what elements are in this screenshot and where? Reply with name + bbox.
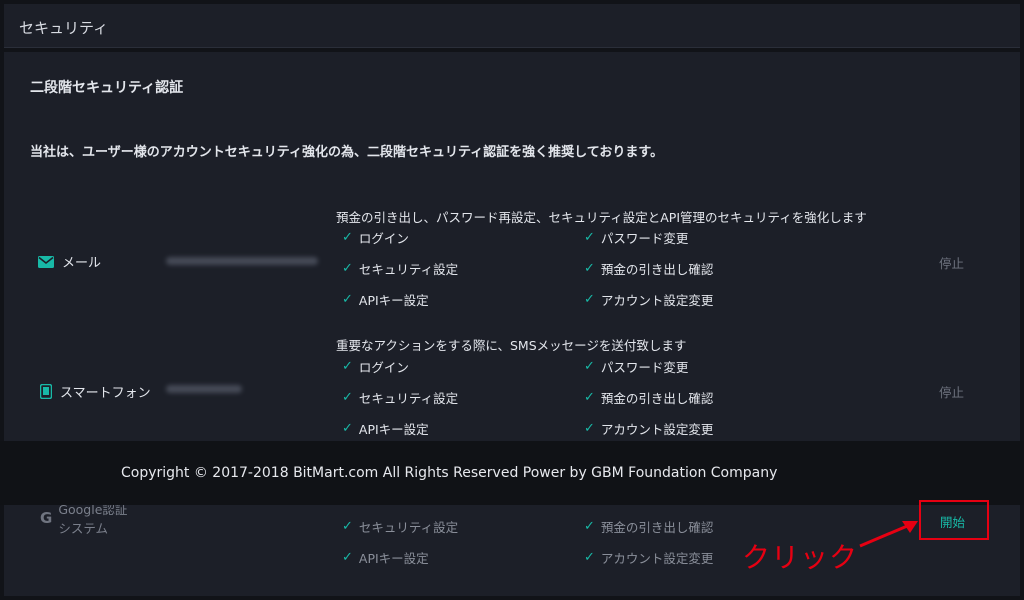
google-feature: ✓ APIキー設定 bbox=[342, 550, 429, 566]
check-icon: ✓ bbox=[342, 390, 353, 405]
google-row-label: G Google認証 システム bbox=[40, 500, 127, 538]
email-feature: ✓ APIキー設定 bbox=[342, 292, 429, 308]
google-label-line2: システム bbox=[58, 521, 108, 536]
phone-number-masked bbox=[166, 385, 242, 393]
check-icon: ✓ bbox=[584, 421, 595, 436]
check-icon: ✓ bbox=[584, 230, 595, 245]
check-icon: ✓ bbox=[342, 519, 353, 534]
email-feature: ✓ パスワード変更 bbox=[584, 230, 689, 246]
phone-icon bbox=[40, 384, 52, 399]
phone-feature: ✓ セキュリティ設定 bbox=[342, 390, 459, 406]
check-icon: ✓ bbox=[584, 390, 595, 405]
phone-stop-button[interactable]: 停止 bbox=[939, 382, 964, 401]
email-feature: ✓ ログイン bbox=[342, 230, 409, 246]
page-header: セキュリティ bbox=[4, 4, 1020, 48]
email-label: メール bbox=[62, 256, 102, 271]
google-feature: ✓ セキュリティ設定 bbox=[342, 519, 459, 535]
email-feature: ✓ 預金の引き出し確認 bbox=[584, 261, 714, 277]
phone-feature: ✓ ログイン bbox=[342, 359, 409, 375]
check-icon: ✓ bbox=[584, 292, 595, 307]
check-icon: ✓ bbox=[584, 519, 595, 534]
phone-row-label: スマートフォン bbox=[40, 382, 151, 401]
check-icon: ✓ bbox=[584, 359, 595, 374]
check-icon: ✓ bbox=[342, 550, 353, 565]
check-icon: ✓ bbox=[342, 230, 353, 245]
check-icon: ✓ bbox=[584, 261, 595, 276]
page-title: セキュリティ bbox=[19, 19, 109, 37]
click-annotation: クリック bbox=[742, 541, 859, 574]
phone-label: スマートフォン bbox=[60, 386, 151, 401]
google-feature: ✓ アカウント設定変更 bbox=[584, 550, 714, 566]
phone-description: 重要なアクションをする際に、SMSメッセージを送付致します bbox=[336, 338, 687, 353]
footer: Copyright © 2017-2018 BitMart.com All Ri… bbox=[0, 441, 1024, 505]
security-panel: 二段階セキュリティ認証 当社は、ユーザー様のアカウントセキュリティ強化の為、二段… bbox=[4, 52, 1020, 596]
email-description: 預金の引き出し、パスワード再設定、セキュリティ設定とAPI管理のセキュリティを強… bbox=[336, 210, 867, 225]
mail-icon bbox=[38, 255, 54, 268]
check-icon: ✓ bbox=[342, 359, 353, 374]
google-start-button[interactable]: 開始 bbox=[940, 512, 965, 531]
check-icon: ✓ bbox=[342, 421, 353, 436]
arrow-icon bbox=[859, 521, 918, 548]
check-icon: ✓ bbox=[584, 550, 595, 565]
phone-feature: ✓ APIキー設定 bbox=[342, 421, 429, 437]
phone-feature: ✓ アカウント設定変更 bbox=[584, 421, 714, 437]
email-feature: ✓ セキュリティ設定 bbox=[342, 261, 459, 277]
email-stop-button[interactable]: 停止 bbox=[939, 253, 964, 272]
section-title: 二段階セキュリティ認証 bbox=[30, 80, 184, 96]
check-icon: ✓ bbox=[342, 292, 353, 307]
section-intro: 当社は、ユーザー様のアカウントセキュリティ強化の為、二段階セキュリティ認証を強く… bbox=[30, 145, 664, 160]
google-icon: G bbox=[40, 509, 53, 527]
email-feature: ✓ アカウント設定変更 bbox=[584, 292, 714, 308]
phone-feature: ✓ パスワード変更 bbox=[584, 359, 689, 375]
phone-feature: ✓ 預金の引き出し確認 bbox=[584, 390, 714, 406]
check-icon: ✓ bbox=[342, 261, 353, 276]
email-row-label: メール bbox=[38, 252, 101, 271]
email-address-masked bbox=[166, 257, 318, 265]
google-feature: ✓ 預金の引き出し確認 bbox=[584, 519, 714, 535]
copyright-text: Copyright © 2017-2018 BitMart.com All Ri… bbox=[121, 465, 778, 481]
